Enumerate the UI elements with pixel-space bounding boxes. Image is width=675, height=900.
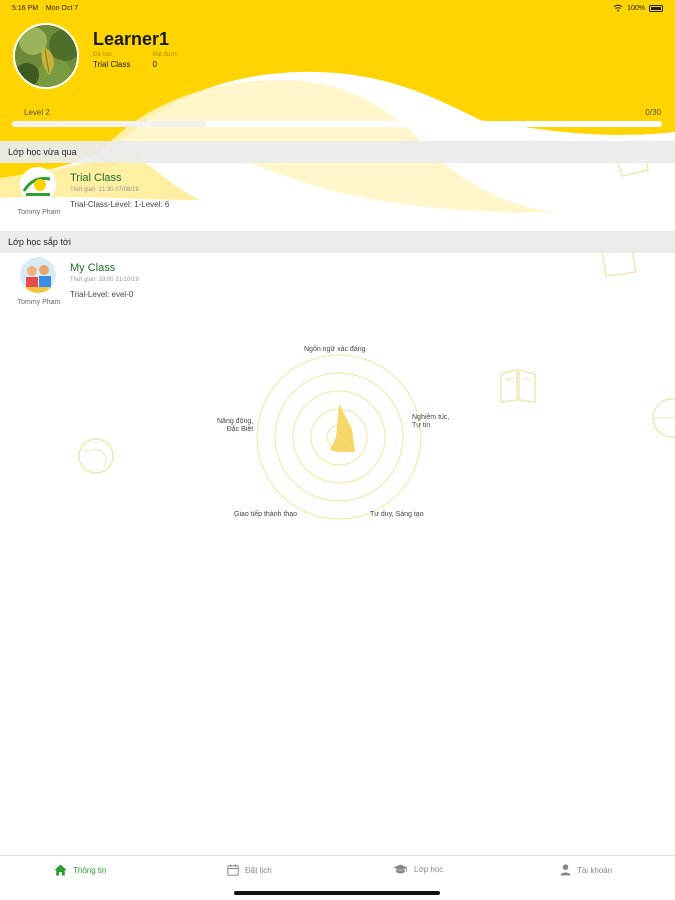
radar-label-right-line1: Nghiêm túc,	[412, 414, 450, 421]
meta-label: Đạt được	[152, 52, 178, 58]
class-level: Trial-Class-Level: 1-Level: 6	[70, 200, 170, 209]
recent-class-card[interactable]: Tommy Pham Trial Class Thời gian: 21:30 …	[0, 163, 675, 227]
leaf-photo-icon	[15, 25, 77, 87]
battery-icon	[649, 4, 663, 12]
globe-doodle-icon	[78, 438, 114, 474]
status-time: 5:16 PM	[12, 5, 39, 12]
user-icon	[560, 864, 571, 876]
status-bar: 5:16 PM Mon Oct 7 100%	[0, 0, 675, 18]
section-header-upcoming: Lớp học sắp tới	[0, 231, 675, 253]
level-label: Level 2	[24, 108, 50, 117]
radar-label-top: Ngôn ngữ xác đáng	[304, 346, 366, 353]
class-name: My Class	[70, 262, 116, 274]
radar-label-right-line2: Tự tin	[412, 422, 431, 429]
ball-doodle-icon	[652, 398, 675, 438]
level-progress-text: 0/30	[645, 108, 661, 117]
meta-value: Trial Class	[93, 60, 131, 69]
graduation-cap-icon	[393, 864, 408, 874]
wifi-icon	[613, 4, 623, 12]
meta-value: 0	[152, 60, 157, 69]
teacher-name: Tommy Pham	[17, 299, 61, 306]
upcoming-class-card[interactable]: Tommy Pham My Class Thời gian: 19:00 31/…	[0, 253, 675, 317]
tab-account[interactable]: Tài khoản	[560, 864, 612, 876]
avatar[interactable]	[13, 23, 79, 89]
radar-label-right: Nghiêm túc, Tự tin	[412, 414, 449, 430]
class-photo-icon	[20, 257, 56, 293]
profile-meta-col-1: Đã học Trial Class	[93, 52, 130, 69]
profile-info: Learner1 Đã học Trial Class Đạt được 0	[93, 29, 178, 89]
class-time: Thời gian: 19:00 31/10/19	[70, 277, 139, 283]
calendar-icon	[227, 864, 239, 876]
home-icon	[54, 864, 67, 876]
profile-meta: Đã học Trial Class Đạt được 0	[93, 52, 178, 69]
class-name: Trial Class	[70, 172, 122, 184]
radar-label-bottom-right: Tư duy, Sáng tạo	[370, 511, 424, 518]
class-time: Thời gian: 21:30 07/08/19	[70, 187, 139, 193]
tab-schedule[interactable]: Đặt lịch	[227, 864, 272, 876]
battery-percent: 100%	[627, 4, 645, 12]
tab-info[interactable]: Thông tin	[54, 864, 106, 876]
class-logo-icon	[20, 167, 56, 203]
profile-meta-col-2: Đạt được 0	[152, 52, 177, 69]
meta-label: Đã học	[93, 52, 113, 58]
radar-label-left-line1: Năng động,	[217, 418, 254, 425]
app-screen: 5:16 PM Mon Oct 7 100% Learner1 Đã học T…	[0, 0, 675, 900]
section-header-recent: Lớp học vừa qua	[0, 141, 675, 163]
radar-data-shape	[330, 404, 355, 452]
radar-label-left-line2: Đặc Biệt	[226, 426, 254, 433]
skills-radar-chart: Ngôn ngữ xác đáng Nghiêm túc, Tự tin Năn…	[200, 340, 480, 530]
book-doodle-icon	[500, 369, 536, 403]
home-indicator[interactable]	[234, 891, 440, 895]
tab-label: Tài khoản	[577, 865, 613, 875]
radar-rings	[256, 354, 422, 520]
status-time-date: 5:16 PM Mon Oct 7	[12, 5, 78, 12]
status-indicators: 100%	[613, 4, 663, 12]
profile-header: Learner1 Đã học Trial Class Đạt được 0	[13, 23, 178, 89]
radar-label-left: Năng động, Đặc Biệt	[217, 418, 253, 434]
status-date: Mon Oct 7	[45, 5, 79, 12]
level-progress-fill	[12, 121, 207, 127]
tab-label: Lớp học	[414, 865, 444, 874]
level-progress-bar	[12, 121, 662, 127]
tab-label: Thông tin	[73, 865, 107, 875]
tab-classes[interactable]: Lớp học	[393, 864, 443, 875]
class-thumbnail	[20, 257, 56, 293]
tab-label: Đặt lịch	[245, 865, 272, 875]
class-level: Trial-Level: evel-0	[70, 290, 134, 299]
class-thumbnail	[20, 167, 56, 203]
teacher-name: Tommy Pham	[17, 209, 61, 216]
learner-name: Learner1	[93, 29, 170, 49]
radar-label-bottom-left: Giao tiếp thành thạo	[234, 511, 298, 518]
